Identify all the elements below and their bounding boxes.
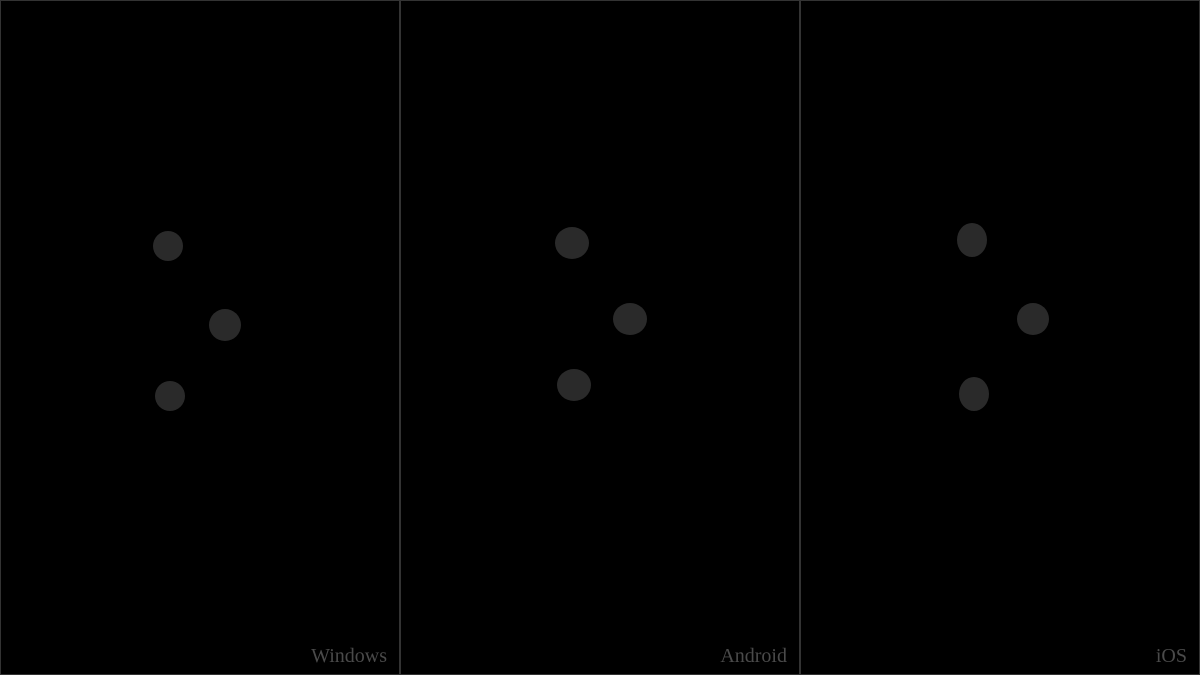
braille-dot: [209, 309, 241, 341]
braille-dot: [1017, 303, 1049, 335]
glyph-area: [401, 1, 799, 674]
glyph-area: [801, 1, 1199, 674]
glyph-panel-android: Android: [400, 0, 800, 675]
braille-dot: [557, 369, 591, 401]
platform-label: Windows: [311, 645, 387, 668]
glyph-area: [1, 1, 399, 674]
braille-dot: [555, 227, 589, 259]
glyph-panel-windows: Windows: [0, 0, 400, 675]
braille-dot: [155, 381, 185, 411]
braille-dot: [959, 377, 989, 411]
braille-dot: [153, 231, 183, 261]
platform-label: iOS: [1156, 645, 1187, 668]
glyph-panel-ios: iOS: [800, 0, 1200, 675]
platform-label: Android: [720, 645, 787, 668]
braille-dot: [957, 223, 987, 257]
braille-dot: [613, 303, 647, 335]
